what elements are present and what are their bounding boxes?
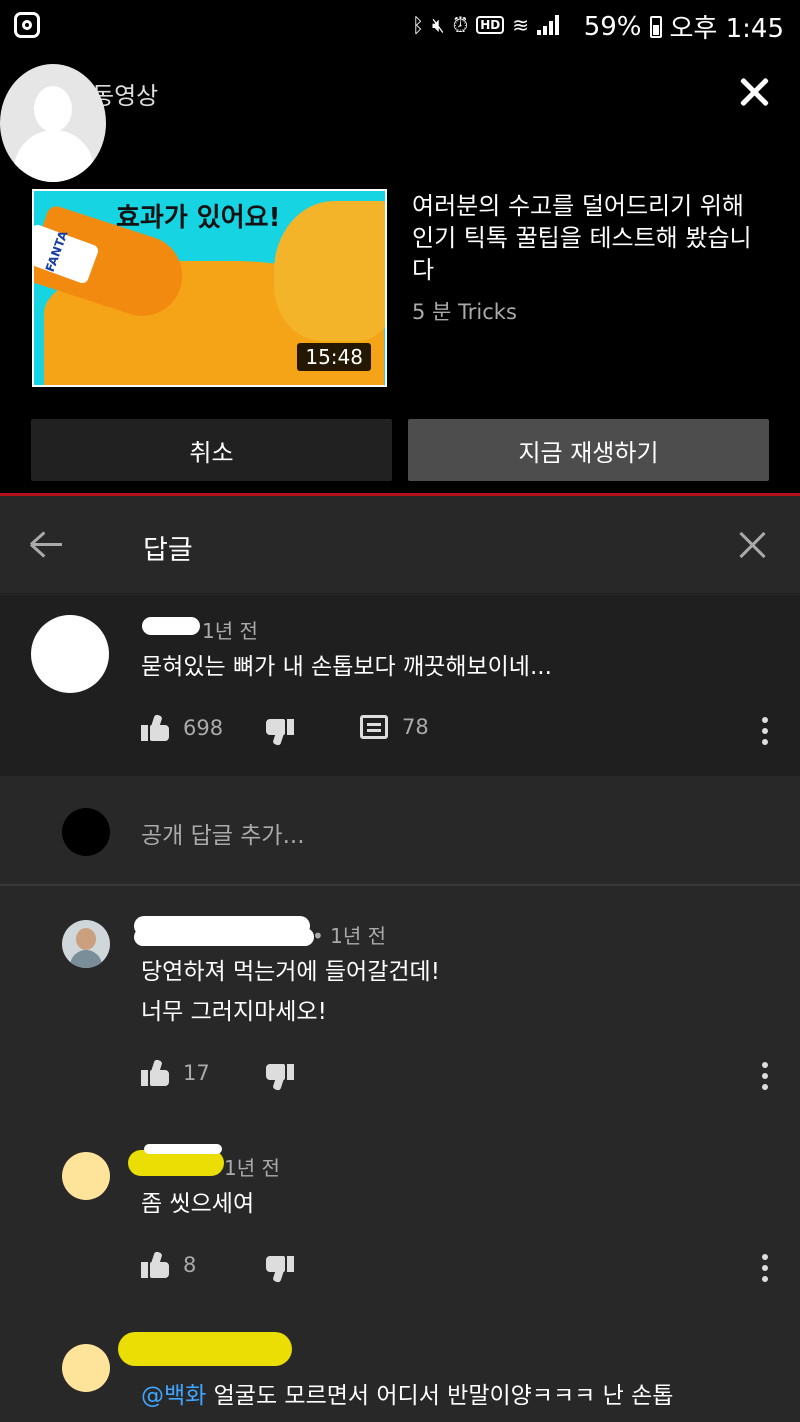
- thumb-down-icon: [266, 1256, 294, 1283]
- like-button[interactable]: 8: [141, 1251, 197, 1278]
- battery-percent: 59%: [583, 11, 642, 42]
- top-comment: 1년 전 묻혀있는 뼈가 내 손톱보다 깨끗해보이네... 698 78: [0, 595, 800, 776]
- thumb-up-icon: [141, 1059, 169, 1086]
- comment-text: 너무 그러지마세오!: [141, 999, 327, 1025]
- comment-time: • 1년 전: [312, 924, 387, 948]
- thumbnail-hand: [274, 201, 385, 341]
- avatar[interactable]: [31, 615, 109, 693]
- avatar-head: [34, 86, 72, 132]
- signal-icon: [537, 15, 559, 35]
- video-thumbnail[interactable]: FANTA 효과가 있어요! 15:48: [32, 189, 387, 387]
- panel-title: 답글: [143, 535, 193, 566]
- status-icons: ᛒ 🔇︎ ⏰︎ HD ≋: [412, 10, 559, 40]
- comment-icon: [360, 715, 388, 739]
- comment-text: 묻혀있는 뼈가 내 손톱보다 깨끗해보이네...: [141, 654, 552, 680]
- comment-text: 당연하져 먹는거에 들어갈건데!: [141, 959, 440, 985]
- video-duration: 15:48: [297, 343, 371, 371]
- close-icon[interactable]: [734, 72, 774, 112]
- more-options-icon[interactable]: [762, 1062, 768, 1090]
- avatar[interactable]: [62, 1344, 110, 1392]
- avatar-shoulders: [14, 130, 94, 182]
- hd-badge: HD: [476, 16, 505, 34]
- like-count: 17: [183, 1061, 210, 1085]
- like-count: 698: [183, 716, 224, 740]
- wifi-icon: ≋: [512, 13, 529, 37]
- dislike-button[interactable]: [266, 719, 294, 746]
- profile-avatar[interactable]: [0, 64, 106, 182]
- back-arrow-icon[interactable]: [29, 530, 64, 560]
- redacted-username: [134, 928, 314, 946]
- bluetooth-icon: ᛒ: [412, 13, 424, 37]
- comment-text: 좀 씻으세여: [141, 1191, 255, 1217]
- thumb-down-icon: [266, 719, 294, 746]
- like-count: 8: [183, 1253, 197, 1277]
- cancel-button[interactable]: 취소: [31, 419, 392, 481]
- comment-time: 1년 전: [224, 1156, 280, 1180]
- thumb-down-icon: [266, 1064, 294, 1091]
- dislike-button[interactable]: [266, 1256, 294, 1283]
- replies-header: 답글: [0, 496, 800, 594]
- up-next-overlay: 동영상 FANTA 효과가 있어요! 15:48 여러분의 수고를 덜어드리기 …: [0, 50, 800, 495]
- status-bar: ᛒ 🔇︎ ⏰︎ HD ≋ 59% 오후 1:45: [0, 0, 800, 50]
- comment-time: 1년 전: [202, 619, 258, 643]
- comment-text: @백화 얼굴도 모르면서 어디서 반말이양ㅋㅋㅋ 난 손톱: [141, 1376, 673, 1416]
- add-reply-input[interactable]: 공개 답글 추가...: [141, 816, 305, 850]
- like-button[interactable]: 17: [141, 1059, 210, 1086]
- thumb-up-icon: [141, 714, 169, 741]
- user-avatar: [62, 808, 110, 856]
- redacted-username: [144, 1144, 222, 1154]
- video-meta: 5 분 Tricks: [412, 300, 517, 324]
- avatar[interactable]: [62, 1152, 110, 1200]
- thumbnail-headline: 효과가 있어요!: [116, 203, 281, 233]
- comment-text-body: 얼굴도 모르면서 어디서 반말이양ㅋㅋㅋ 난 손톱: [206, 1383, 674, 1409]
- reply-count-button[interactable]: 78: [360, 715, 429, 739]
- mention-link[interactable]: @백화: [141, 1383, 206, 1409]
- play-now-button[interactable]: 지금 재생하기: [408, 419, 769, 481]
- reply-count: 78: [402, 715, 429, 739]
- instagram-icon: [14, 12, 40, 38]
- video-title[interactable]: 여러분의 수고를 덜어드리기 위해 인기 틱톡 꿀팁을 테스트해 봤습니다: [412, 190, 772, 286]
- like-button[interactable]: 698: [141, 714, 224, 741]
- more-options-icon[interactable]: [762, 717, 768, 745]
- redacted-username: [142, 617, 200, 635]
- avatar[interactable]: [62, 920, 110, 968]
- replies-panel: 답글 1년 전 묻혀있는 뼈가 내 손톱보다 깨끗해보이네... 698 78 …: [0, 496, 800, 1422]
- thumb-up-icon: [141, 1251, 169, 1278]
- alarm-icon: ⏰︎: [452, 13, 469, 37]
- redacted-username: [118, 1332, 292, 1366]
- panel-close-icon[interactable]: [736, 528, 770, 562]
- add-reply-row[interactable]: 공개 답글 추가...: [0, 776, 800, 886]
- more-options-icon[interactable]: [762, 1254, 768, 1282]
- dislike-button[interactable]: [266, 1064, 294, 1091]
- mute-icon: 🔇︎: [432, 13, 445, 37]
- clock: 오후 1:45: [669, 14, 785, 44]
- battery-icon: [649, 15, 662, 38]
